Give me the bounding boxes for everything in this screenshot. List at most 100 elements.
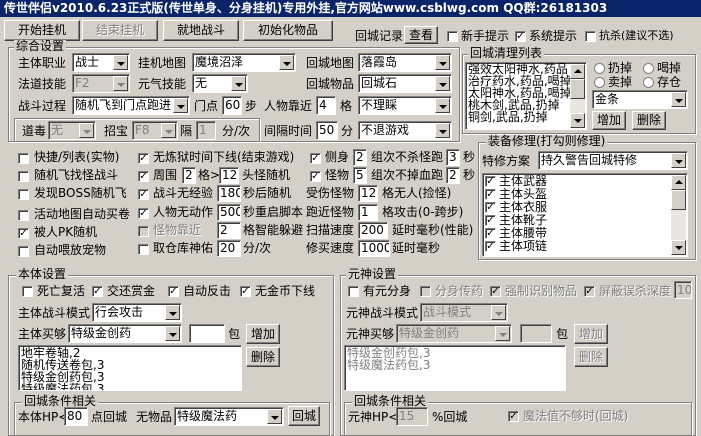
- spell-select[interactable]: F2: [72, 74, 130, 93]
- list-scrollbar[interactable]: [671, 175, 686, 255]
- auto-fight-checkbox[interactable]: ✓: [168, 286, 179, 297]
- body-mode-select[interactable]: 行会攻击: [92, 303, 182, 322]
- take-store-checkbox[interactable]: [138, 244, 149, 255]
- boss-fly-checkbox[interactable]: [18, 189, 29, 200]
- body-delete-button[interactable]: 删除: [246, 347, 280, 367]
- clone-potion-checkbox[interactable]: [420, 286, 431, 297]
- map-select[interactable]: 魔境沼泽: [192, 53, 296, 72]
- equip-checkbox[interactable]: ✓: [485, 202, 496, 213]
- clean-item-select[interactable]: 金条: [592, 90, 688, 109]
- no-coin-checkbox[interactable]: ✓: [240, 286, 251, 297]
- take-store-input[interactable]: 20: [217, 240, 241, 257]
- drink-radio[interactable]: [643, 63, 654, 74]
- body-buy-list[interactable]: 地牢卷轴,2 随机传送卷包,3 特级金创药包,3 特级魔法药包,3: [18, 345, 242, 391]
- store-radio[interactable]: [643, 77, 654, 88]
- scan-input[interactable]: 200: [358, 222, 388, 239]
- scroll-up-icon[interactable]: [671, 175, 686, 190]
- interval-action-select[interactable]: 不退游戏: [358, 121, 452, 140]
- equip-checkbox[interactable]: ✓: [485, 241, 496, 252]
- near-input[interactable]: 4: [316, 96, 336, 115]
- no-enemy-checkbox[interactable]: ✓: [138, 153, 149, 164]
- anti-kill-checkbox[interactable]: [585, 31, 596, 42]
- view-button[interactable]: 查看: [404, 26, 438, 44]
- delete-clean-button[interactable]: 删除: [632, 111, 666, 130]
- scroll-down-icon[interactable]: [671, 240, 686, 255]
- drop-radio[interactable]: [594, 63, 605, 74]
- scroll-thumb[interactable]: [570, 79, 585, 99]
- round-count-input[interactable]: 12: [219, 167, 239, 184]
- round-input[interactable]: 2: [182, 167, 196, 184]
- summon-select[interactable]: F8: [132, 121, 178, 140]
- list-item[interactable]: ✓ 主体项链: [483, 240, 687, 253]
- scroll-down-icon[interactable]: [570, 113, 585, 128]
- soul-buy-count-input[interactable]: [520, 324, 552, 343]
- repair-scheme-select[interactable]: 持久警告回城特修: [538, 151, 688, 170]
- fight-process-select[interactable]: 随机飞到门点跑进: [72, 96, 190, 115]
- feed-pet-checkbox[interactable]: [18, 246, 29, 257]
- add-clean-button[interactable]: 增加: [592, 111, 626, 130]
- list-item[interactable]: 铜剑,武品,扔掉: [466, 111, 586, 123]
- trade-bounty-checkbox[interactable]: ✓: [92, 286, 103, 297]
- pk-random-checkbox[interactable]: ✓: [18, 228, 29, 239]
- poison-select[interactable]: 无: [48, 121, 96, 140]
- side-sec-input[interactable]: 3: [446, 149, 460, 166]
- init-items-button[interactable]: 初始化物品: [243, 20, 333, 41]
- equip-checkbox[interactable]: ✓: [485, 215, 496, 226]
- list-item[interactable]: 特级魔法药包,3: [19, 383, 241, 390]
- return-city-button[interactable]: 回城: [288, 406, 320, 426]
- near-action-select[interactable]: 不理睬: [358, 96, 452, 115]
- body-buy-select[interactable]: 特级金创药: [68, 324, 182, 343]
- side-checkbox[interactable]: ✓: [310, 153, 321, 164]
- job-select[interactable]: 战士: [72, 53, 130, 72]
- run-input[interactable]: 1: [358, 204, 378, 221]
- soul-hp-input[interactable]: 15: [396, 407, 428, 426]
- equip-checkbox[interactable]: ✓: [485, 228, 496, 239]
- body-hp-input[interactable]: 80: [64, 407, 88, 426]
- equip-checkbox[interactable]: ✓: [485, 176, 496, 187]
- equip-check-list[interactable]: ✓ 主体武器 ✓ 主体头盔 ✓ 主体衣服 ✓ 主体靴子 ✓ 主体腰带 ✓ 主体项链: [482, 173, 688, 257]
- soul-delete-button[interactable]: 删除: [574, 347, 608, 367]
- with-clone-checkbox[interactable]: [348, 286, 359, 297]
- interval-input[interactable]: 50: [316, 121, 338, 140]
- yuanqi-select[interactable]: 无: [192, 74, 248, 93]
- monster-input[interactable]: 5: [353, 167, 367, 184]
- fight-button[interactable]: 就地战斗: [163, 20, 239, 41]
- system-tip-checkbox[interactable]: ✓: [515, 31, 526, 42]
- block-probe-checkbox[interactable]: ✓: [584, 286, 595, 297]
- stop-button[interactable]: 结束挂机: [82, 20, 158, 41]
- soul-buy-list[interactable]: 特级金创药包,3 特级魔法药包,3: [344, 345, 566, 391]
- no-item-select[interactable]: 特级魔法药: [174, 407, 284, 426]
- newbie-tip-checkbox[interactable]: [447, 31, 458, 42]
- fix-input[interactable]: 1000: [358, 240, 390, 257]
- sell-radio[interactable]: [594, 77, 605, 88]
- list-scrollbar[interactable]: [570, 64, 585, 128]
- monster-sec-input[interactable]: 2: [446, 167, 460, 184]
- round-checkbox[interactable]: ✓: [138, 171, 149, 182]
- no-exp-checkbox[interactable]: ✓: [138, 189, 149, 200]
- monster-near-input[interactable]: 2: [217, 222, 241, 239]
- scroll-up-icon[interactable]: [570, 64, 585, 79]
- dead-revive-checkbox[interactable]: [22, 286, 33, 297]
- body-add-button[interactable]: 增加: [246, 324, 280, 344]
- force-identify-checkbox[interactable]: ✓: [490, 286, 501, 297]
- scroll-thumb[interactable]: [671, 190, 686, 210]
- soul-mode-select[interactable]: 战斗模式: [420, 303, 508, 322]
- start-button[interactable]: 开始挂机: [4, 20, 80, 41]
- gap-input[interactable]: 1: [196, 121, 216, 140]
- body-buy-count-input[interactable]: [189, 324, 225, 343]
- quick-list-checkbox[interactable]: [18, 153, 29, 164]
- auto-act-input[interactable]: 500: [217, 204, 241, 221]
- soul-mp-checkbox[interactable]: ✓: [508, 411, 519, 422]
- random-fly-checkbox[interactable]: [18, 171, 29, 182]
- hurt-input[interactable]: 12: [358, 185, 378, 202]
- return-item-select[interactable]: 回城石: [358, 74, 452, 93]
- soul-add-button[interactable]: 增加: [574, 324, 608, 344]
- monster-near-checkbox[interactable]: [138, 226, 149, 237]
- list-item[interactable]: 特级魔法药包,3: [345, 359, 565, 371]
- return-map-select[interactable]: 落霞岛: [358, 53, 452, 72]
- side-input[interactable]: 2: [353, 149, 367, 166]
- block-probe-input[interactable]: 10: [674, 281, 692, 299]
- equip-checkbox[interactable]: ✓: [485, 189, 496, 200]
- monster-checkbox[interactable]: ✓: [310, 171, 321, 182]
- event-map-checkbox[interactable]: [18, 210, 29, 221]
